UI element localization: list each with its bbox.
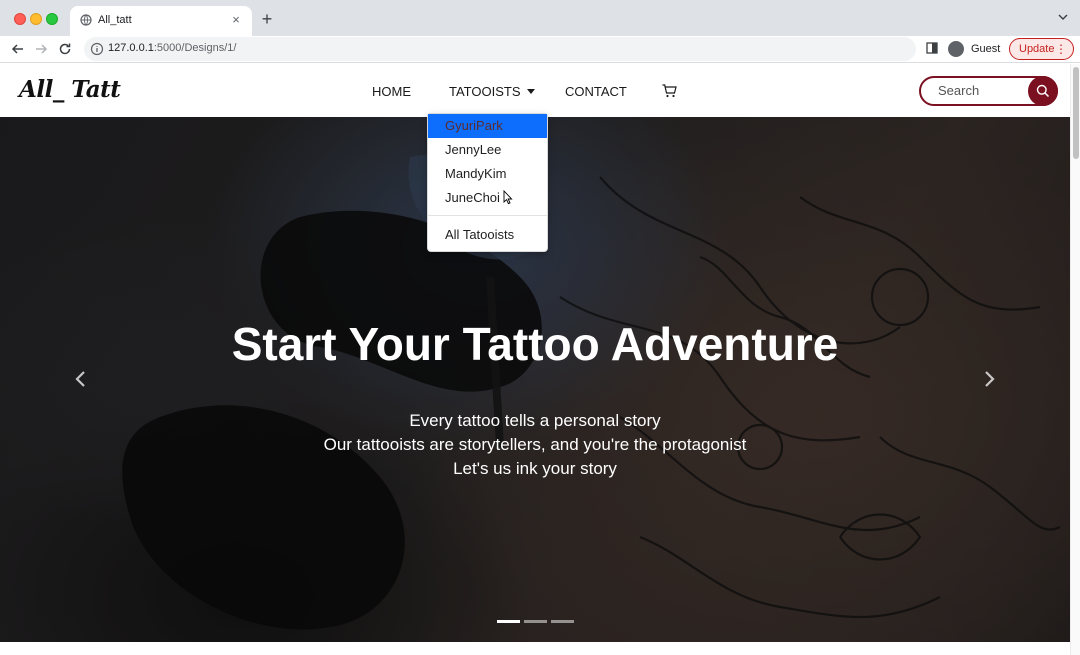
- url-host: 127.0.0.1: [108, 42, 154, 54]
- avatar: [948, 41, 964, 57]
- hero-title: Start Your Tattoo Adventure: [231, 318, 839, 370]
- search-input[interactable]: [938, 83, 1026, 98]
- web-page: Start Your Tattoo Adventure Every tattoo…: [0, 64, 1070, 655]
- dropdown-divider: [428, 215, 547, 216]
- back-arrow-icon[interactable]: [10, 41, 26, 57]
- tab-close-icon[interactable]: ×: [228, 12, 244, 28]
- dropdown-item-jennylee[interactable]: JennyLee: [428, 138, 547, 162]
- dropdown-item-all-tattooists[interactable]: All Tatooists: [428, 223, 547, 247]
- search-icon: [1036, 84, 1050, 98]
- mouse-cursor-icon: [503, 190, 513, 205]
- scrollbar-thumb[interactable]: [1073, 67, 1079, 159]
- url-text: 127.0.0.1:5000/Designs/1/: [108, 42, 236, 54]
- browser-tab[interactable]: All_tatt ×: [70, 6, 252, 36]
- info-icon[interactable]: [90, 42, 104, 56]
- hero-line-3: Let's us ink your story: [453, 459, 617, 478]
- tab-title: All_tatt: [98, 14, 132, 26]
- profile-name: Guest: [971, 43, 1001, 55]
- browser-toolbar: 127.0.0.1:5000/Designs/1/ Guest Update ⋮: [0, 36, 1080, 63]
- site-navbar: All_ Tatt HOME TATOOISTS CONTACT: [0, 64, 1070, 117]
- close-window-button[interactable]: [14, 13, 26, 25]
- nav-tattooists-label: TATOOISTS: [449, 84, 521, 99]
- carousel-next-icon[interactable]: [982, 369, 996, 389]
- dropdown-item-gyuripark[interactable]: GyuriPark: [428, 114, 547, 138]
- cart-icon[interactable]: [662, 84, 677, 98]
- globe-icon: [80, 14, 92, 26]
- minimize-window-button[interactable]: [30, 13, 42, 25]
- carousel-indicator-3[interactable]: [551, 620, 574, 623]
- update-button[interactable]: Update ⋮: [1009, 38, 1074, 60]
- address-bar[interactable]: 127.0.0.1:5000/Designs/1/: [84, 37, 916, 61]
- reload-icon[interactable]: [57, 41, 73, 57]
- nav-contact[interactable]: CONTACT: [565, 84, 627, 99]
- nav-tattooists-toggle[interactable]: TATOOISTS: [449, 84, 535, 99]
- search-button[interactable]: [1028, 76, 1058, 106]
- search-form: [919, 76, 1058, 106]
- carousel-prev-icon[interactable]: [74, 369, 88, 389]
- brand-logo[interactable]: All_ Tatt: [19, 76, 121, 103]
- maximize-window-button[interactable]: [46, 13, 58, 25]
- new-tab-button[interactable]: +: [258, 9, 276, 29]
- more-menu-icon[interactable]: ⋮: [1055, 42, 1067, 56]
- carousel-indicator-2[interactable]: [524, 620, 547, 623]
- carousel-indicator-1[interactable]: [497, 620, 520, 623]
- dropdown-item-junechoi[interactable]: JuneChoi: [428, 186, 547, 210]
- chevron-down-icon[interactable]: [1058, 12, 1068, 22]
- forward-arrow-icon[interactable]: [33, 41, 49, 57]
- update-label: Update: [1019, 43, 1055, 55]
- nav-home[interactable]: HOME: [372, 84, 411, 99]
- hero-line-1: Every tattoo tells a personal story: [409, 411, 661, 430]
- hero-line-2: Our tattooists are storytellers, and you…: [323, 435, 747, 454]
- url-path: :5000/Designs/1/: [153, 42, 237, 54]
- dropdown-item-mandykim[interactable]: MandyKim: [428, 162, 547, 186]
- caret-down-icon: [526, 89, 535, 95]
- browser-titlebar: All_tatt × +: [0, 0, 1080, 36]
- profile-button[interactable]: Guest: [944, 38, 1006, 60]
- page-scrollbar[interactable]: [1070, 64, 1080, 655]
- side-panel-icon[interactable]: [926, 42, 938, 54]
- tattooists-dropdown-menu: GyuriPark JennyLee MandyKim JuneChoi All…: [427, 113, 548, 252]
